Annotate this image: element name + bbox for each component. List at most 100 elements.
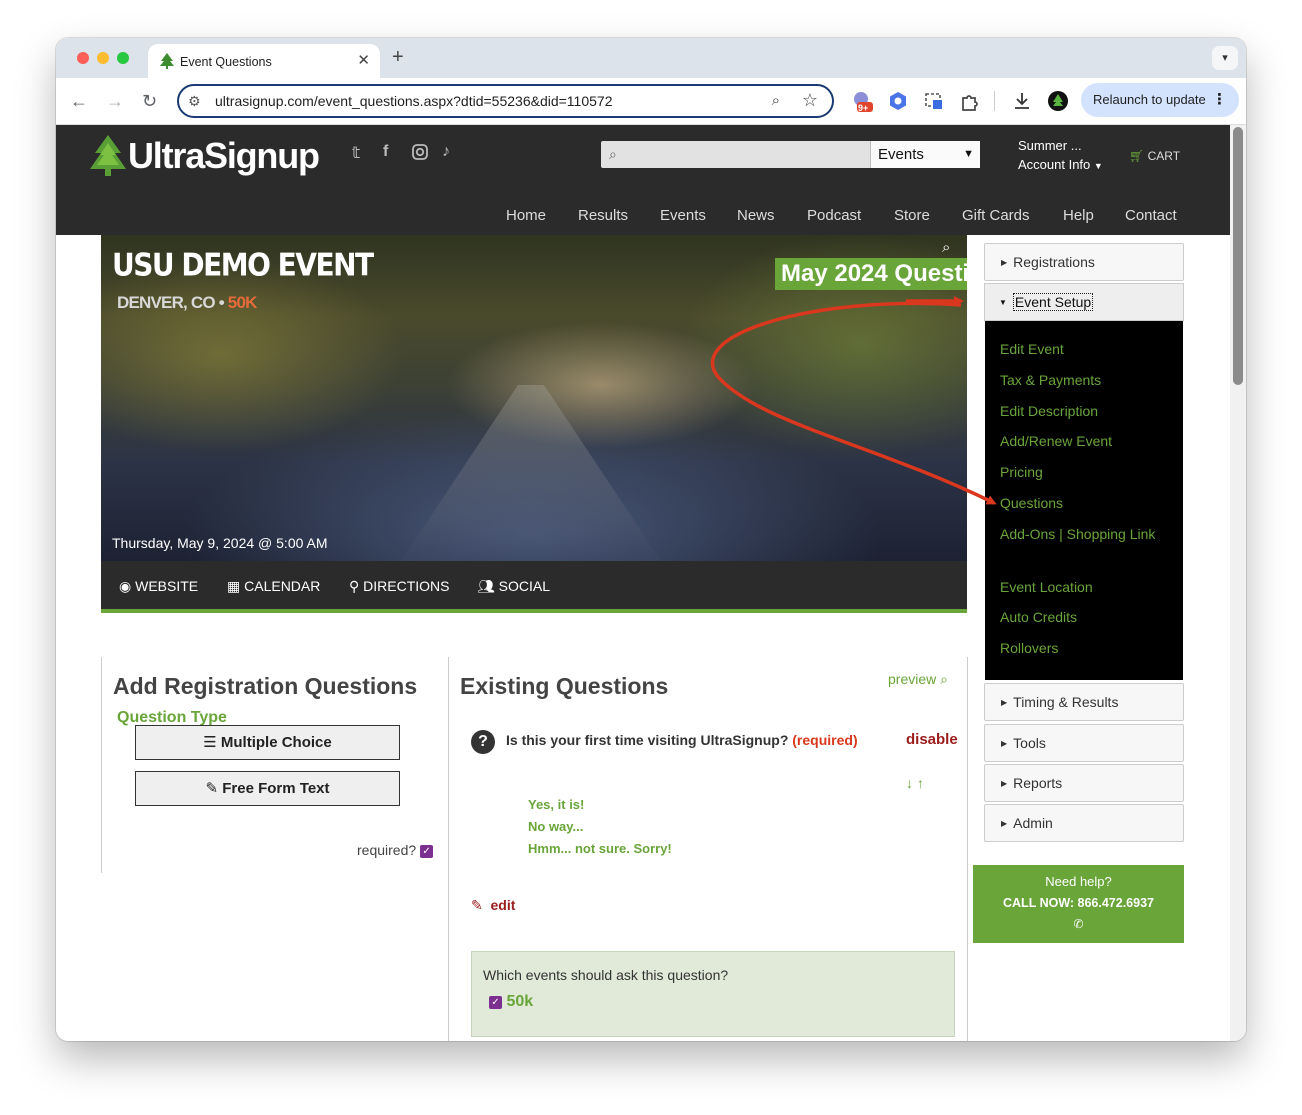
sidebar-tools-label: Tools [1013,735,1046,751]
arrow-down-icon[interactable]: ↓ [906,775,913,791]
sidebar-link-pricing[interactable]: Pricing [1000,462,1170,483]
question-label: Is this your first time visiting UltraSi… [506,732,789,748]
arrow-up-icon[interactable]: ↑ [917,775,924,791]
caret-right-icon: ▶ [1001,698,1008,707]
extension-hex-icon[interactable] [887,90,909,112]
nav-gift-cards[interactable]: Gift Cards [962,207,1030,224]
tab-search-button[interactable]: ▾ [1212,46,1238,70]
sidebar-link-tax-payments[interactable]: Tax & Payments [1000,370,1170,391]
bookmark-star-icon[interactable]: ☆ [802,90,818,111]
tab-close-icon[interactable]: ✕ [357,51,370,69]
column-divider-right [967,657,968,1041]
sidebar-event-setup[interactable]: ▼ Event Setup [984,283,1184,321]
subnav-directions[interactable]: ⚲ DIRECTIONS [349,578,450,595]
sidebar-link-add-ons[interactable]: Add-Ons | Shopping Link [1000,524,1170,545]
forward-icon[interactable]: → [106,91,124,112]
nav-store[interactable]: Store [894,207,930,224]
sidebar-link-auto-credits[interactable]: Auto Credits [1000,607,1170,628]
maximize-window-button[interactable] [117,52,129,64]
left-panel-border [101,657,102,873]
preview-label: preview [888,671,937,687]
subnav-social[interactable]: 👥︎ SOCIAL [477,578,550,595]
nav-home[interactable]: Home [506,207,546,224]
sidebar-link-edit-event[interactable]: Edit Event [1000,339,1170,360]
reload-icon[interactable]: ↻ [142,91,157,112]
back-icon[interactable]: ← [70,91,88,112]
sidebar-link-add-renew[interactable]: Add/Renew Event [1000,431,1170,452]
scroll-thumb[interactable] [1233,127,1243,385]
question-text: Is this your first time visiting UltraSi… [506,732,858,748]
relaunch-button[interactable]: Relaunch to update ⋮ [1081,83,1239,117]
trail-image-detail [401,385,661,561]
required-toggle[interactable]: required? ✓ [357,842,434,858]
sidebar-registrations[interactable]: ▶ Registrations [984,243,1184,281]
instagram-icon[interactable] [412,144,428,160]
close-window-button[interactable] [77,52,89,64]
preview-link[interactable]: preview ⌕ [888,671,948,688]
disable-link[interactable]: disable [906,731,958,748]
menu-dots-icon[interactable]: ⋮ [1212,83,1227,117]
download-icon[interactable] [1011,90,1033,112]
multiple-choice-label: Multiple Choice [220,734,332,751]
ultrasignup-logo-icon[interactable] [88,133,128,179]
required-checkbox[interactable]: ✓ [420,845,434,858]
account-info-label: Account Info [1018,157,1091,172]
event-setup-menu: Edit Event Tax & Payments Edit Descripti… [985,321,1183,680]
event-checkbox[interactable]: ✓ [489,996,502,1009]
event-option-50k[interactable]: ✓ 50k [489,993,533,1011]
subnav-calendar[interactable]: ▦ CALENDAR [227,578,320,595]
sidebar-link-rollovers[interactable]: Rollovers [1000,638,1170,659]
event-distance: 50K [227,293,258,312]
zoom-icon[interactable]: ⌕ [772,92,780,109]
help-phone[interactable]: CALL NOW: 866.472.6937 [973,896,1184,910]
account-info-menu[interactable]: Account Info ▼ [1018,157,1103,172]
edit-link[interactable]: ✎ edit [471,897,515,914]
site-info-icon[interactable]: ⚙ [188,93,201,110]
extension-capture-icon[interactable] [923,90,945,112]
twitter-icon[interactable]: 𝕥 [352,143,360,163]
extensions-puzzle-icon[interactable] [959,90,981,112]
help-callout[interactable]: Need help? CALL NOW: 866.472.6937 ✆ [973,865,1184,943]
url-text[interactable]: ultrasignup.com/event_questions.aspx?dti… [215,93,612,109]
search-icon: ⌕ [609,146,617,162]
nav-help[interactable]: Help [1063,207,1094,224]
caret-right-icon: ▶ [1001,258,1008,267]
nav-results[interactable]: Results [578,207,628,224]
account-name[interactable]: Summer ... [1018,138,1082,153]
new-tab-button[interactable]: + [392,46,404,69]
map-pin-icon: ⚲ [349,578,360,594]
search-scope-select[interactable]: Events ▼ [870,141,980,168]
facebook-icon[interactable]: f [383,143,388,161]
multiple-choice-button[interactable]: ☰ Multiple Choice [135,725,400,760]
tiktok-icon[interactable]: ♪ [442,143,450,161]
required-label: required? [357,842,417,858]
sidebar-link-event-location[interactable]: Event Location [1000,577,1170,598]
caret-right-icon: ▶ [1001,739,1008,748]
address-bar[interactable]: ⚙ ultrasignup.com/event_questions.aspx?d… [177,84,834,118]
profile-avatar-icon[interactable] [1047,90,1069,112]
browser-tab[interactable]: Event Questions ✕ [148,44,380,78]
sidebar-link-edit-description[interactable]: Edit Description [1000,401,1170,422]
sidebar-timing-results[interactable]: ▶ Timing & Results [984,683,1184,721]
answer-option: Hmm... not sure. Sorry! [528,841,672,856]
users-icon: 👥︎ [477,578,495,594]
subnav-social-label: SOCIAL [498,578,551,594]
nav-contact[interactable]: Contact [1125,207,1177,224]
answer-option: Yes, it is! [528,797,585,812]
sidebar-tools[interactable]: ▶ Tools [984,724,1184,762]
sidebar-link-questions[interactable]: Questions [1000,493,1170,514]
free-form-text-button[interactable]: ✎ Free Form Text [135,771,400,806]
sidebar-admin[interactable]: ▶ Admin [984,804,1184,842]
page-scrollbar[interactable] [1230,125,1246,1041]
nav-podcast[interactable]: Podcast [807,207,861,224]
zoom-search-icon[interactable]: ⌕ [942,239,950,256]
site-search[interactable]: ⌕ Events ▼ [601,141,980,168]
sidebar-reports[interactable]: ▶ Reports [984,764,1184,802]
nav-news[interactable]: News [737,207,775,224]
subnav-website[interactable]: ◉ WEBSITE [119,578,198,595]
free-form-label: Free Form Text [222,780,330,797]
minimize-window-button[interactable] [97,52,109,64]
cart-link[interactable]: 🛒︎ CART [1129,149,1180,163]
nav-events[interactable]: Events [660,207,706,224]
site-logo[interactable]: UltraSignup [128,135,320,177]
